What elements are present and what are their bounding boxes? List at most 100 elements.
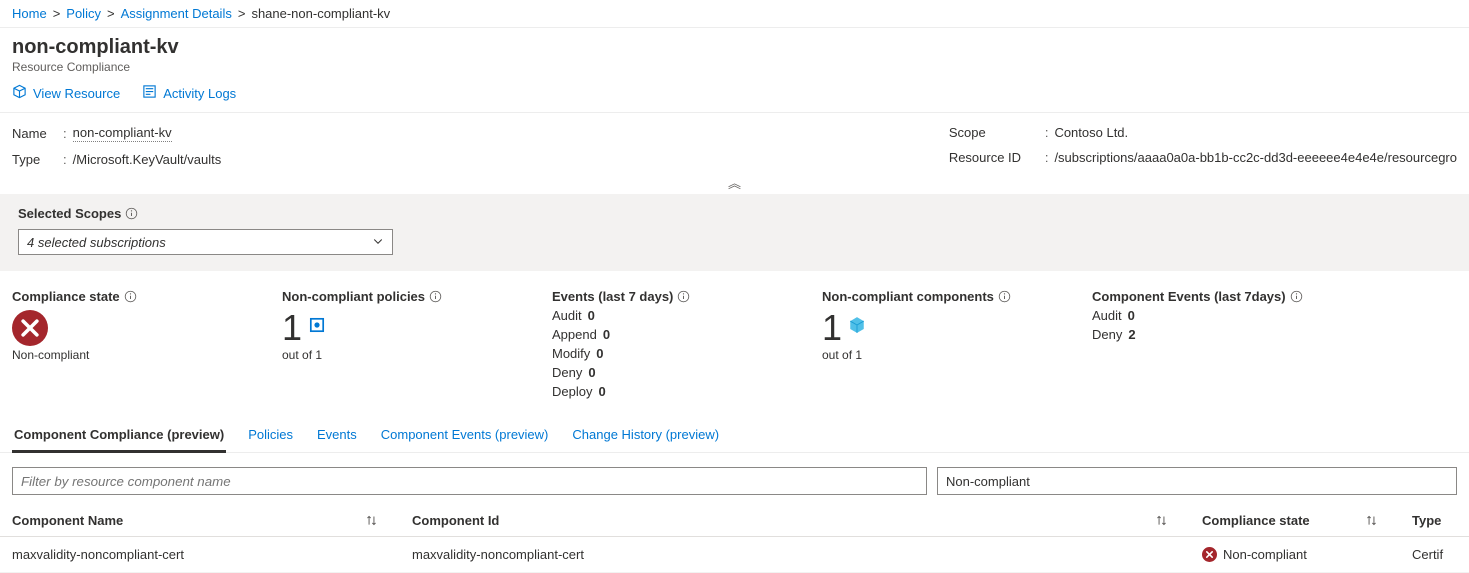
filter-input[interactable]: [12, 467, 927, 495]
breadcrumb-home[interactable]: Home: [12, 6, 47, 21]
event-value: 0: [1128, 308, 1135, 323]
stat-nc-policies: Non-compliant policies 1 out of 1: [282, 289, 552, 399]
scopes-dropdown[interactable]: 4 selected subscriptions: [18, 229, 393, 255]
activity-logs-button[interactable]: Activity Logs: [142, 84, 236, 102]
sort-icon[interactable]: [1365, 514, 1378, 527]
breadcrumb-current: shane-non-compliant-kv: [251, 6, 390, 21]
stat-component-events: Component Events (last 7days) Audit 0 De…: [1092, 289, 1362, 399]
prop-scope-value: Contoso Ltd.: [1054, 125, 1128, 140]
nc-components-title: Non-compliant components: [822, 289, 994, 304]
tab-component-compliance[interactable]: Component Compliance (preview): [12, 419, 226, 453]
events-list: Audit 0 Append 0 Modify 0 Deny 0 Deploy …: [552, 308, 822, 399]
nc-policies-title: Non-compliant policies: [282, 289, 425, 304]
prop-row-name: Name : non-compliant-kv: [12, 125, 221, 142]
chevron-down-icon: [372, 235, 384, 250]
prop-type-label: Type: [12, 152, 57, 167]
properties-section: Name : non-compliant-kv Type : /Microsof…: [0, 113, 1469, 177]
prop-type-value: /Microsoft.KeyVault/vaults: [73, 152, 222, 167]
col-type[interactable]: Type: [1400, 505, 1469, 537]
scopes-dropdown-text: 4 selected subscriptions: [27, 235, 166, 250]
nc-policies-sub: out of 1: [282, 348, 552, 362]
cell-type: Certif: [1400, 537, 1469, 573]
compliance-state-filter-text: Non-compliant: [946, 474, 1030, 489]
prop-name-label: Name: [12, 126, 57, 141]
info-icon[interactable]: [429, 290, 442, 303]
nc-components-number: 1: [822, 310, 842, 346]
page-title: non-compliant-kv: [12, 36, 1457, 59]
col-component-id[interactable]: Component Id: [412, 513, 499, 528]
event-label: Audit: [1092, 308, 1122, 323]
event-value: 0: [588, 308, 595, 323]
tab-policies[interactable]: Policies: [246, 419, 295, 452]
event-value: 0: [596, 346, 603, 361]
events-title: Events (last 7 days): [552, 289, 673, 304]
prop-row-type: Type : /Microsoft.KeyVault/vaults: [12, 152, 221, 167]
event-value: 0: [603, 327, 610, 342]
event-label: Deploy: [552, 384, 592, 399]
tab-change-history[interactable]: Change History (preview): [570, 419, 721, 452]
component-events-list: Audit 0 Deny 2: [1092, 308, 1362, 342]
breadcrumb-assignment[interactable]: Assignment Details: [121, 6, 232, 21]
cell-component-id: maxvalidity-noncompliant-cert: [400, 537, 1190, 573]
info-icon[interactable]: [677, 290, 690, 303]
sort-icon[interactable]: [1155, 514, 1168, 527]
info-icon[interactable]: [1290, 290, 1303, 303]
breadcrumb-policy[interactable]: Policy: [66, 6, 101, 21]
activity-logs-label: Activity Logs: [163, 86, 236, 101]
event-value: 2: [1128, 327, 1135, 342]
stat-compliance-state: Compliance state Non-compliant: [12, 289, 282, 399]
non-compliant-icon: [1202, 547, 1217, 562]
stats-section: Compliance state Non-compliant Non-compl…: [0, 271, 1469, 409]
non-compliant-badge-icon: [12, 310, 48, 346]
event-label: Deny: [1092, 327, 1122, 342]
cell-component-name: maxvalidity-noncompliant-cert: [0, 537, 400, 573]
stat-events: Events (last 7 days) Audit 0 Append 0 Mo…: [552, 289, 822, 399]
page-subtitle: Resource Compliance: [12, 60, 1457, 74]
info-icon[interactable]: [125, 207, 138, 220]
sort-icon[interactable]: [365, 514, 378, 527]
event-value: 0: [598, 384, 605, 399]
policy-icon: [308, 310, 326, 346]
view-resource-button[interactable]: View Resource: [12, 84, 120, 102]
component-events-title: Component Events (last 7days): [1092, 289, 1286, 304]
selected-scopes-section: Selected Scopes 4 selected subscriptions: [0, 194, 1469, 271]
cube-icon: [12, 84, 27, 102]
components-table: Component Name Component Id Compliance s…: [0, 505, 1469, 573]
info-icon[interactable]: [998, 290, 1011, 303]
filter-row: Non-compliant: [0, 453, 1469, 505]
compliance-state-value: Non-compliant: [12, 348, 282, 362]
breadcrumb-sep: >: [107, 6, 115, 21]
breadcrumb-sep: >: [238, 6, 246, 21]
event-value: 0: [588, 365, 595, 380]
compliance-state-filter-dropdown[interactable]: Non-compliant: [937, 467, 1457, 495]
tab-events[interactable]: Events: [315, 419, 359, 452]
prop-resid-label: Resource ID: [949, 150, 1039, 165]
tab-component-events[interactable]: Component Events (preview): [379, 419, 551, 452]
table-row[interactable]: maxvalidity-noncompliant-cert maxvalidit…: [0, 537, 1469, 573]
prop-row-resid: Resource ID : /subscriptions/aaaa0a0a-bb…: [949, 150, 1457, 165]
view-resource-label: View Resource: [33, 86, 120, 101]
nc-components-sub: out of 1: [822, 348, 1092, 362]
prop-resid-value: /subscriptions/aaaa0a0a-bb1b-cc2c-dd3d-e…: [1054, 150, 1457, 165]
collapse-handle[interactable]: ︽: [0, 173, 1469, 194]
col-component-name[interactable]: Component Name: [12, 513, 123, 528]
col-compliance-state[interactable]: Compliance state: [1202, 513, 1310, 528]
prop-row-scope: Scope : Contoso Ltd.: [949, 125, 1457, 140]
info-icon[interactable]: [124, 290, 137, 303]
breadcrumb-sep: >: [53, 6, 61, 21]
event-label: Audit: [552, 308, 582, 323]
activity-log-icon: [142, 84, 157, 102]
selected-scopes-label: Selected Scopes: [18, 206, 121, 221]
page-header: non-compliant-kv Resource Compliance: [0, 28, 1469, 78]
chevron-double-up-icon: ︽: [728, 176, 741, 191]
event-label: Deny: [552, 365, 582, 380]
toolbar: View Resource Activity Logs: [0, 78, 1469, 113]
nc-policies-number: 1: [282, 310, 302, 346]
cell-compliance-state: Non-compliant: [1223, 547, 1307, 562]
stat-nc-components: Non-compliant components 1 out of 1: [822, 289, 1092, 399]
compliance-state-title: Compliance state: [12, 289, 120, 304]
breadcrumb: Home > Policy > Assignment Details > sha…: [0, 0, 1469, 28]
tab-bar: Component Compliance (preview) Policies …: [0, 419, 1469, 453]
prop-name-value[interactable]: non-compliant-kv: [73, 125, 172, 142]
event-label: Append: [552, 327, 597, 342]
